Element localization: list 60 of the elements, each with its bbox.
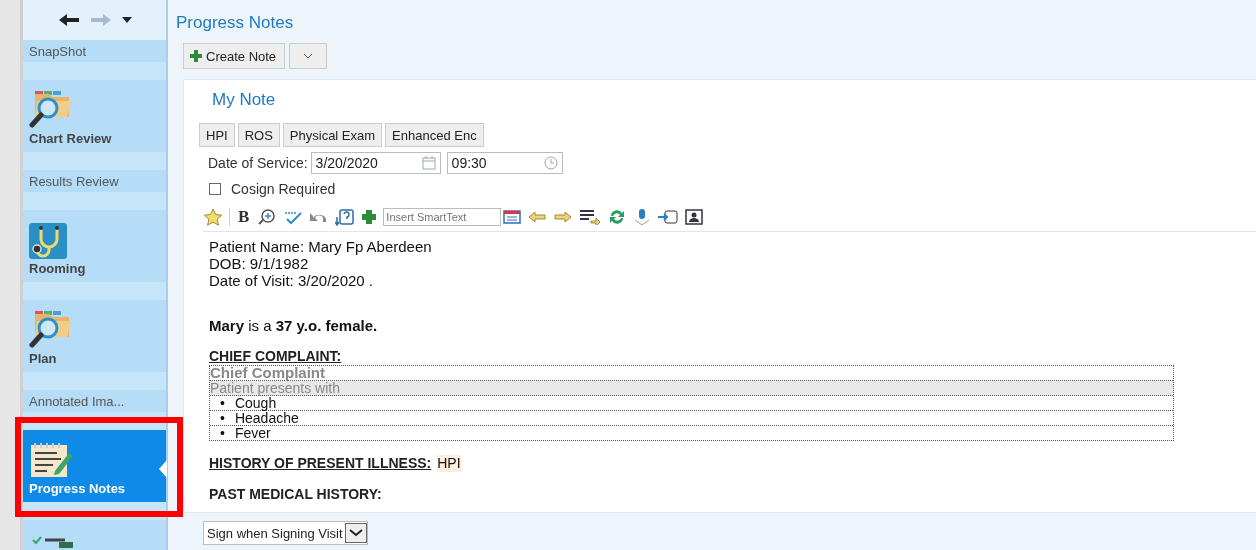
- note-text: Patient Name: Mary Fp Aberdeen: [209, 238, 433, 255]
- note-title: My Note: [211, 89, 277, 111]
- section-heading: PAST MEDICAL HISTORY:: [209, 486, 382, 503]
- list-item-text: Fever: [234, 426, 271, 440]
- note-text: DOB: 9/1/1982: [209, 255, 310, 272]
- checkbox[interactable]: [209, 183, 221, 195]
- sidebar-item[interactable]: Plan: [23, 300, 166, 372]
- section-heading: HISTORY OF PRESENT ILLNESS:: [209, 455, 432, 472]
- list-item-text: Headache: [234, 411, 299, 425]
- contact-card-icon[interactable]: [685, 209, 704, 225]
- tab[interactable]: HPI: [199, 123, 235, 147]
- sidebar-item[interactable]: Results Review: [23, 170, 166, 192]
- list-arrow-icon[interactable]: [579, 209, 602, 225]
- sign-option-dropdown[interactable]: Sign when Signing Visit: [203, 521, 368, 545]
- field-label: Date of Service:: [208, 155, 308, 171]
- sidebar-item[interactable]: Progress Notes: [23, 430, 166, 502]
- smartlink-text: HPI: [437, 455, 461, 472]
- sidebar-item[interactable]: Rooming: [23, 210, 166, 282]
- notepad-pencil-icon: [29, 441, 75, 479]
- tab[interactable]: ROS: [237, 123, 280, 147]
- note-text: Mary is a 37 y.o. female.: [209, 317, 379, 334]
- stethoscope-icon: [29, 223, 67, 259]
- page-title: Progress Notes: [175, 12, 295, 33]
- sidebar-item[interactable]: SnapShot: [23, 40, 166, 62]
- tab[interactable]: Enhanced Enc: [385, 123, 484, 147]
- list-item-text: Cough: [234, 396, 277, 410]
- time-field[interactable]: 09:30: [446, 152, 563, 174]
- checkbox-label: Cosign Required: [231, 181, 336, 197]
- star-icon[interactable]: [203, 208, 223, 226]
- import-icon[interactable]: [657, 209, 680, 225]
- create-note-button[interactable]: Create Note: [183, 43, 286, 69]
- section-heading: CHIEF COMPLAINT:: [209, 348, 342, 365]
- microphone-icon[interactable]: [633, 208, 652, 226]
- window-icon[interactable]: [503, 210, 522, 224]
- date-field[interactable]: 3/20/2020: [310, 152, 441, 174]
- tab[interactable]: Physical Exam: [282, 123, 383, 147]
- bullet: •: [220, 426, 225, 440]
- right-arrow-icon[interactable]: [553, 210, 574, 224]
- checklist-icon: [29, 534, 75, 548]
- folder-magnifier-icon: [29, 309, 73, 349]
- chevron-icon: [303, 53, 314, 59]
- bold-button[interactable]: B: [236, 207, 252, 227]
- zoom-icon[interactable]: [257, 208, 278, 226]
- sidebar-item[interactable]: Chart Review: [23, 80, 166, 152]
- dropdown-caret-icon[interactable]: [120, 16, 133, 24]
- bullet: •: [220, 411, 225, 425]
- note-text: Date of Visit: 3/20/2020 .: [209, 272, 374, 289]
- smarttext-field[interactable]: Insert SmartText: [383, 208, 502, 226]
- folder-magnifier-icon: [29, 89, 73, 129]
- left-arrow-icon[interactable]: [527, 210, 548, 224]
- section-text: Patient presents with: [210, 381, 1173, 396]
- clock-icon: [543, 156, 558, 170]
- calendar-icon: [421, 156, 436, 170]
- chevron-icon: [344, 523, 367, 543]
- help-box-icon[interactable]: [335, 208, 356, 226]
- sidebar-item[interactable]: Annotated Ima...: [23, 390, 166, 412]
- bullet: •: [220, 396, 225, 410]
- sidebar-item[interactable]: [23, 520, 166, 550]
- plus-icon[interactable]: [361, 209, 378, 225]
- plus-icon: [190, 50, 202, 62]
